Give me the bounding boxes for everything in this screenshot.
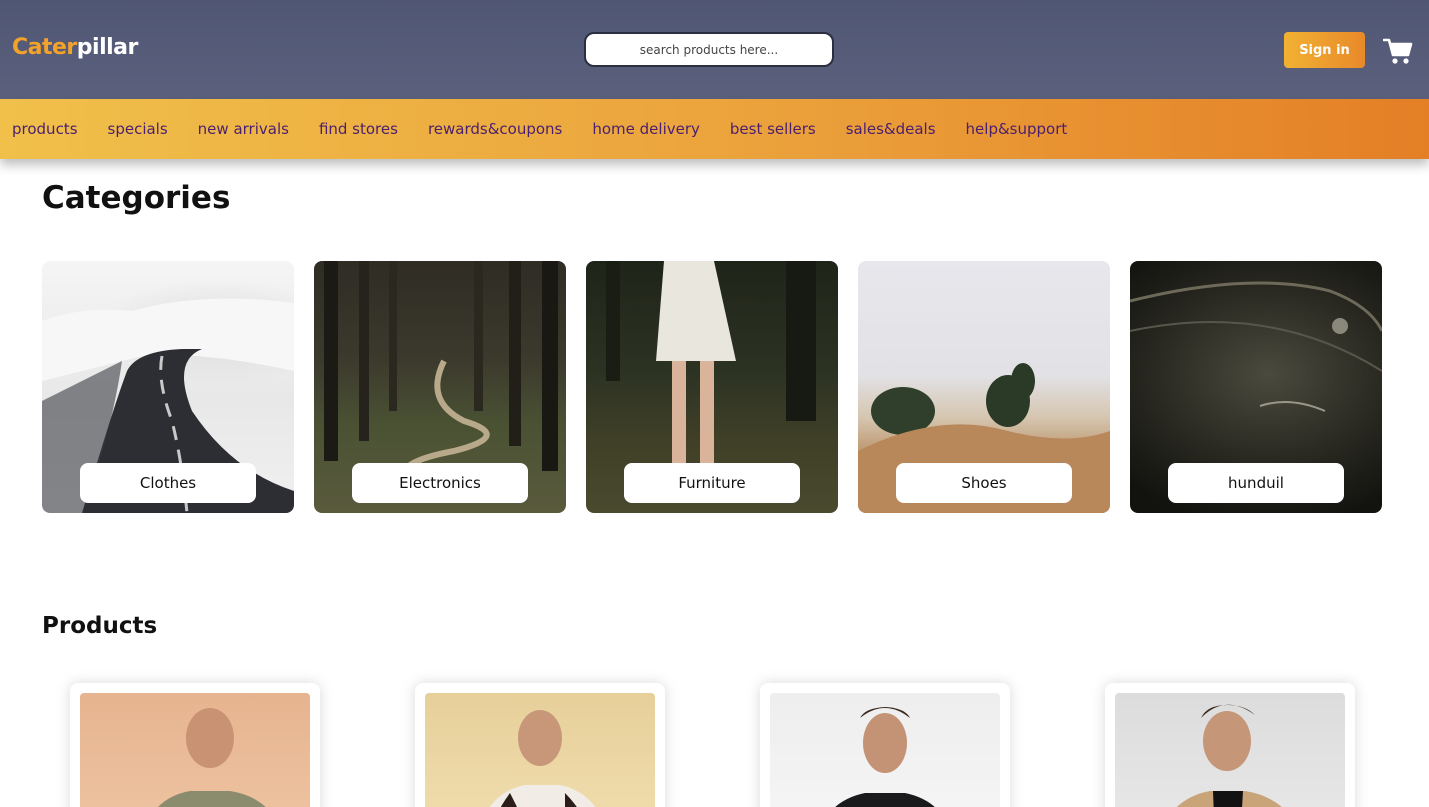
main-nav: products specials new arrivals find stor… [0,99,1429,159]
category-label: Clothes [80,463,256,503]
product-image [80,693,310,807]
category-card-furniture[interactable]: Furniture [586,261,838,513]
categories-heading: Categories [42,180,231,216]
category-label: hunduil [1168,463,1344,503]
nav-item-new-arrivals[interactable]: new arrivals [198,120,289,138]
product-card[interactable] [415,683,665,807]
categories-grid: Clothes Electronics Furniture Shoes hund… [42,261,1382,513]
category-card-hunduil[interactable]: hunduil [1130,261,1382,513]
category-card-electronics[interactable]: Electronics [314,261,566,513]
shopping-cart-icon[interactable] [1383,37,1413,65]
product-card[interactable] [1105,683,1355,807]
category-card-clothes[interactable]: Clothes [42,261,294,513]
nav-item-products[interactable]: products [12,120,78,138]
product-image [770,693,1000,807]
sign-in-button[interactable]: Sign in [1284,32,1365,68]
nav-item-specials[interactable]: specials [108,120,168,138]
product-image [1115,693,1345,807]
brand-logo[interactable]: Caterpillar [12,35,138,60]
products-heading: Products [42,613,158,639]
nav-item-home-delivery[interactable]: home delivery [592,120,700,138]
nav-item-best-sellers[interactable]: best sellers [730,120,816,138]
category-card-shoes[interactable]: Shoes [858,261,1110,513]
product-card[interactable] [70,683,320,807]
nav-item-find-stores[interactable]: find stores [319,120,398,138]
site-header: Caterpillar Sign in [0,0,1429,99]
nav-item-sales-deals[interactable]: sales&deals [846,120,936,138]
category-label: Shoes [896,463,1072,503]
category-label: Furniture [624,463,800,503]
brand-logo-part2: pillar [76,35,139,60]
nav-item-rewards-coupons[interactable]: rewards&coupons [428,120,562,138]
nav-item-help-support[interactable]: help&support [966,120,1068,138]
brand-logo-part1: Cater [12,35,77,60]
product-image [425,693,655,807]
product-card[interactable] [760,683,1010,807]
category-label: Electronics [352,463,528,503]
search-input[interactable] [586,34,832,65]
search-box [584,32,834,67]
